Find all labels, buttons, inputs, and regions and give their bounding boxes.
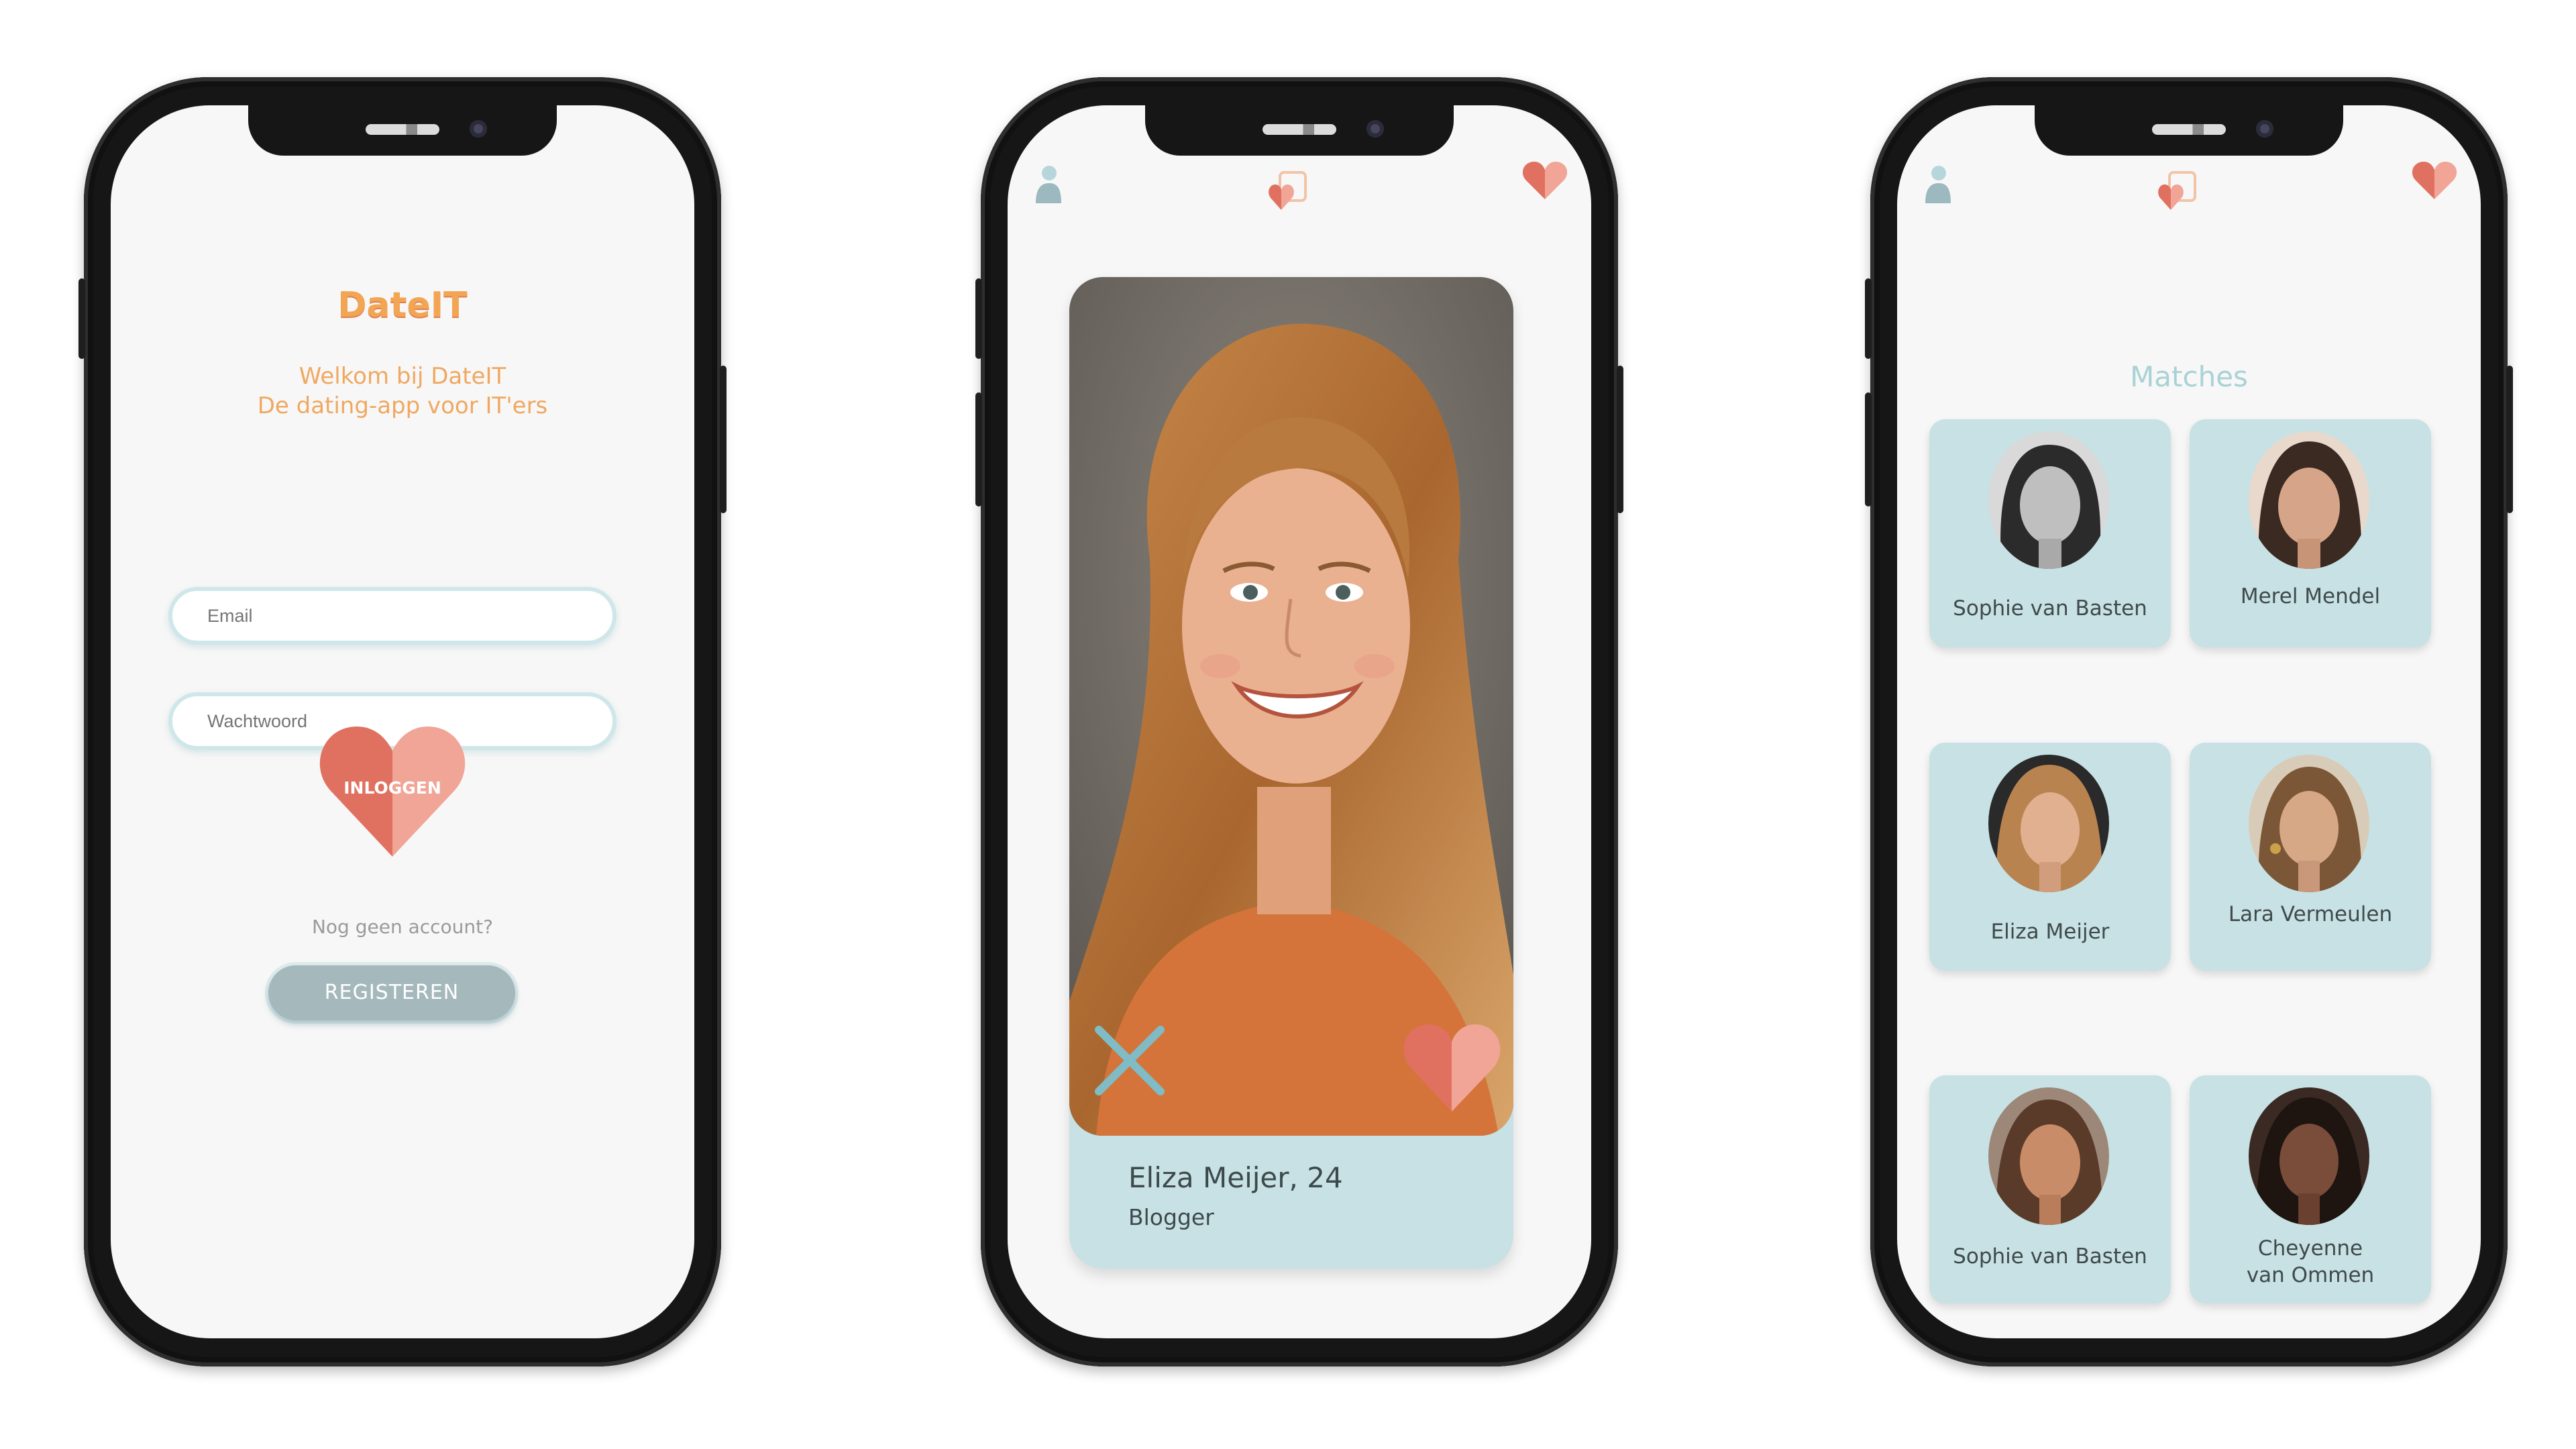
- volume-button: [1865, 392, 1872, 506]
- phone-swipe: Eliza Meijer, 24 Blogger: [975, 77, 1623, 1366]
- speaker: [366, 124, 439, 135]
- notch: [2035, 105, 2343, 156]
- welcome-text: Welkom bij DateIT De dating-app voor IT'…: [111, 362, 694, 421]
- welcome-line-2: De dating-app voor IT'ers: [257, 392, 548, 419]
- dateit-logo-icon: [2158, 171, 2196, 210]
- power-button: [1617, 366, 1623, 513]
- heart-icon[interactable]: [1523, 160, 1567, 201]
- speaker: [1263, 124, 1336, 135]
- email-field[interactable]: [168, 587, 616, 645]
- match-name: Lara Vermeulen: [2228, 902, 2393, 926]
- side-button: [1865, 278, 1872, 359]
- user-icon[interactable]: [1033, 164, 1063, 205]
- profile-name: Eliza Meijer, 24: [1128, 1161, 1343, 1194]
- match-tile[interactable]: Lara Vermeulen: [2190, 743, 2431, 971]
- camera: [2256, 120, 2273, 138]
- register-button[interactable]: REGISTEREN: [268, 965, 515, 1020]
- matches-screen: Matches Sophie van Basten Merel Mendel E…: [1897, 105, 2481, 1338]
- notch: [1145, 105, 1454, 156]
- matches-title: Matches: [2130, 360, 2248, 393]
- swipe-screen: Eliza Meijer, 24 Blogger: [1008, 105, 1591, 1338]
- avatar-image: [2249, 431, 2369, 569]
- dateit-logo-icon: [1269, 171, 1307, 210]
- match-name: Eliza Meijer: [1990, 920, 2110, 944]
- avatar-image: [1988, 431, 2109, 569]
- login-label[interactable]: INLOGGEN: [319, 778, 466, 798]
- match-tile[interactable]: Sophie van Basten: [1929, 1075, 2171, 1303]
- speaker: [2152, 124, 2226, 135]
- phone-matches: Matches Sophie van Basten Merel Mendel E…: [1865, 77, 2513, 1366]
- match-name: Sophie van Basten: [1953, 1244, 2147, 1269]
- match-avatar: [2249, 755, 2369, 892]
- profile-portrait-image: [1069, 277, 1513, 1136]
- camera: [1366, 120, 1384, 138]
- no-account-text: Nog geen account?: [311, 916, 494, 938]
- match-tile[interactable]: Sophie van Basten: [1929, 419, 2171, 647]
- match-avatar: [1988, 755, 2109, 892]
- volume-button: [975, 392, 982, 506]
- camera: [470, 120, 487, 138]
- avatar-image: [2249, 1087, 2369, 1225]
- match-name: Sophie van Basten: [1953, 596, 2147, 621]
- login-screen: DateIT Welkom bij DateIT De dating-app v…: [111, 105, 694, 1338]
- avatar-image: [1988, 1087, 2109, 1225]
- match-tile[interactable]: Cheyenne van Ommen: [2190, 1075, 2431, 1303]
- match-tile[interactable]: Eliza Meijer: [1929, 743, 2171, 971]
- match-tile[interactable]: Merel Mendel: [2190, 419, 2431, 647]
- power-button: [720, 366, 727, 513]
- power-button: [2506, 366, 2513, 513]
- user-icon[interactable]: [1923, 164, 1952, 205]
- notch: [248, 105, 557, 156]
- welcome-line-1: Welkom bij DateIT: [299, 363, 506, 390]
- close-x-icon[interactable]: [1089, 1020, 1170, 1101]
- profile-card[interactable]: Eliza Meijer, 24 Blogger: [1069, 277, 1513, 1269]
- match-name: Cheyenne van Ommen: [2246, 1236, 2375, 1287]
- match-avatar: [2249, 431, 2369, 569]
- match-avatar: [2249, 1087, 2369, 1225]
- avatar-image: [2249, 755, 2369, 892]
- profile-photo: [1069, 277, 1513, 1136]
- match-name: Merel Mendel: [2240, 584, 2381, 608]
- heart-icon[interactable]: [2412, 160, 2457, 201]
- match-avatar: [1988, 1087, 2109, 1225]
- phone-login: DateIT Welkom bij DateIT De dating-app v…: [78, 77, 727, 1366]
- match-avatar: [1988, 431, 2109, 569]
- app-title: DateIT: [337, 285, 468, 325]
- avatar-image: [1988, 755, 2109, 892]
- profile-job: Blogger: [1128, 1204, 1214, 1230]
- like-heart-icon[interactable]: [1403, 1022, 1501, 1112]
- side-button: [78, 278, 85, 359]
- side-button: [975, 278, 982, 359]
